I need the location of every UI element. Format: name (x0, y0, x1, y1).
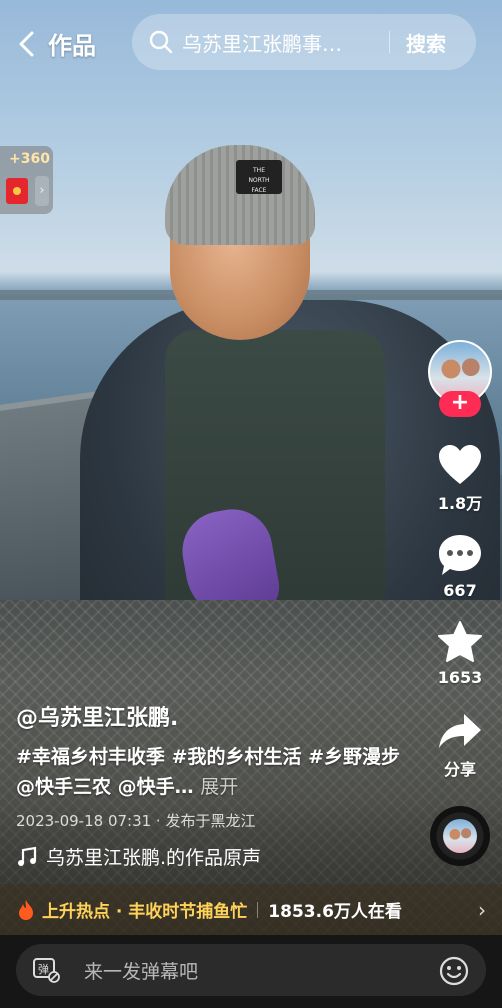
hot-topic-label: 上升热点 · 丰收时节捕鱼忙 (42, 902, 248, 922)
chevron-right-icon: › (478, 898, 486, 922)
beanie-logo: THE NORTH FACE (236, 160, 282, 194)
comment-button[interactable]: 667 (425, 533, 495, 600)
red-packet-widget[interactable]: +360 › (0, 146, 53, 214)
search-input[interactable]: 乌苏里江张鹏事… (182, 28, 366, 57)
search-divider (389, 31, 390, 53)
comment-input[interactable]: 来一发弹幕吧 (84, 957, 198, 984)
chevron-right-icon: › (35, 176, 49, 206)
share-label: 分享 (443, 760, 476, 779)
star-icon (438, 621, 482, 662)
back-button[interactable]: 作品 (16, 26, 96, 61)
flame-icon (19, 899, 33, 920)
hot-divider (257, 901, 259, 918)
emoji-icon[interactable] (438, 955, 470, 987)
chevron-left-icon (19, 31, 34, 56)
hot-viewers: 1853.6万人在看 (268, 902, 402, 922)
follow-button[interactable]: + (439, 391, 481, 417)
share-button[interactable]: 分享 (425, 712, 495, 780)
video-description[interactable]: #幸福乡村丰收季 #我的乡村生活 #乡野漫步 @快手三农 @快手… 展开 (16, 742, 416, 802)
search-icon (149, 30, 173, 54)
red-packet-count: +360 (9, 151, 50, 167)
music-disc[interactable] (430, 806, 490, 866)
sound-name: 乌苏里江张鹏.的作品原声 (46, 847, 262, 869)
share-arrow-icon (439, 714, 481, 748)
top-bar: 作品 乌苏里江张鹏事… 搜索 (0, 14, 502, 70)
favorite-count: 1653 (437, 668, 483, 687)
speech-bubble-icon (439, 535, 481, 575)
favorite-button[interactable]: 1653 (425, 620, 495, 687)
comment-count: 667 (443, 581, 477, 600)
music-disc-cover (443, 819, 477, 853)
red-packet-icon (6, 178, 28, 204)
comment-box[interactable]: 弹 来一发弹幕吧 (16, 944, 486, 996)
caption: @乌苏里江张鹏. #幸福乡村丰收季 #我的乡村生活 #乡野漫步 @快手三农 @快… (16, 700, 416, 870)
back-label: 作品 (48, 32, 96, 60)
like-count: 1.8万 (437, 494, 483, 513)
hot-topic-bar[interactable]: 上升热点 · 丰收时节捕鱼忙 1853.6万人在看 › (0, 884, 502, 935)
danmu-toggle-icon[interactable]: 弹 (32, 956, 60, 984)
music-note-icon (18, 846, 37, 866)
sound-link[interactable]: 乌苏里江张鹏.的作品原声 (16, 843, 416, 870)
author-name[interactable]: @乌苏里江张鹏. (16, 700, 416, 732)
like-button[interactable]: 1.8万 (425, 444, 495, 514)
expand-button[interactable]: 展开 (200, 776, 238, 798)
svg-text:弹: 弹 (38, 962, 49, 976)
search-button[interactable]: 搜索 (406, 28, 446, 57)
heart-icon (439, 445, 481, 484)
bottom-bar: 弹 来一发弹幕吧 (0, 935, 502, 1008)
post-meta: 2023-09-18 07:31 · 发布于黑龙江 (16, 812, 256, 830)
search-bar[interactable]: 乌苏里江张鹏事… 搜索 (132, 14, 476, 70)
